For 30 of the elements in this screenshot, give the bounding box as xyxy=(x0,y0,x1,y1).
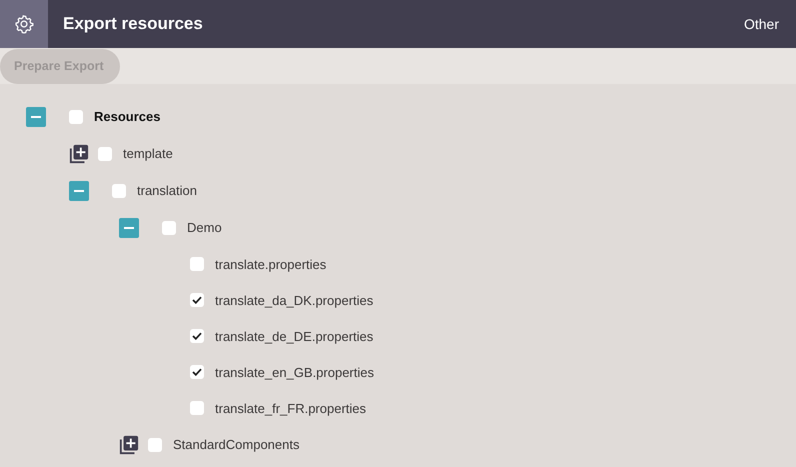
checkbox[interactable] xyxy=(190,329,204,343)
tree-item-label[interactable]: translate_en_GB.properties xyxy=(215,364,374,380)
checkbox[interactable] xyxy=(190,257,204,271)
tree-item-label[interactable]: template xyxy=(123,146,173,161)
tree-item-label[interactable]: Resources xyxy=(94,109,160,124)
tree-item-label[interactable]: translation xyxy=(137,183,197,198)
tree-item-label[interactable]: translate_da_DK.properties xyxy=(215,292,374,308)
settings-icon xyxy=(14,14,34,34)
checkmark-icon xyxy=(192,368,202,376)
settings-button[interactable] xyxy=(0,0,48,48)
checkbox[interactable] xyxy=(98,146,112,160)
tree-item-label[interactable]: Demo xyxy=(187,220,222,235)
tree-item-label[interactable]: translate_fr_FR.properties xyxy=(215,400,366,416)
tree-item-label[interactable]: StandardComponents xyxy=(173,437,300,452)
checkmark-icon xyxy=(192,296,202,304)
tree-item-label[interactable]: translate_de_DE.properties xyxy=(215,328,374,344)
checkbox[interactable] xyxy=(112,184,126,198)
checkmark-icon xyxy=(192,332,202,340)
checkbox[interactable] xyxy=(148,438,162,452)
checkbox[interactable] xyxy=(190,365,204,379)
collapse-button[interactable] xyxy=(26,106,46,126)
collapse-button[interactable] xyxy=(119,218,139,238)
checkbox[interactable] xyxy=(162,220,176,234)
checkbox[interactable] xyxy=(190,401,204,415)
tree-item-label[interactable]: translate.properties xyxy=(215,256,326,272)
checkbox[interactable] xyxy=(190,293,204,307)
collapse-button[interactable] xyxy=(69,180,89,200)
other-menu[interactable]: Other xyxy=(744,16,779,32)
page-title: Export resources xyxy=(63,14,204,34)
checkbox[interactable] xyxy=(69,110,83,124)
